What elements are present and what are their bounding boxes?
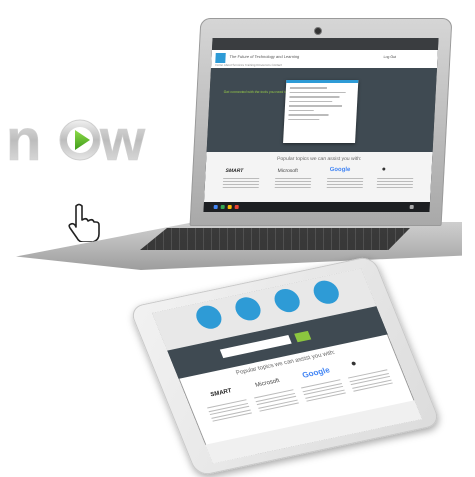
apple-icon[interactable]: ● bbox=[381, 166, 386, 173]
app-icon[interactable] bbox=[227, 205, 232, 209]
now-n-letter: n bbox=[6, 110, 41, 170]
chrome-icon[interactable] bbox=[213, 205, 218, 209]
os-taskbar bbox=[203, 202, 430, 212]
topic-circle-icon[interactable] bbox=[270, 286, 304, 315]
site-nav[interactable]: Home About Services Training Resources C… bbox=[215, 63, 282, 67]
popular-topics-title: Popular topics we can assist you with: bbox=[276, 156, 362, 162]
status-icon[interactable] bbox=[409, 205, 414, 209]
laptop-keyboard bbox=[140, 228, 410, 250]
login-link[interactable]: Log Out bbox=[383, 55, 396, 59]
popular-topics-section: Popular topics we can assist you with: S… bbox=[203, 152, 433, 202]
smart-brand[interactable]: SMART bbox=[225, 168, 243, 174]
tablet-google-brand[interactable]: Google bbox=[301, 366, 331, 380]
hand-cursor-icon bbox=[68, 203, 100, 242]
browser-toolbar bbox=[211, 38, 439, 50]
tablet-search-button[interactable] bbox=[294, 330, 312, 343]
hero-text: Get connected with the tools you need to… bbox=[223, 90, 293, 94]
now-logo: n w bbox=[6, 110, 146, 170]
hero-section: Get connected with the tools you need to… bbox=[206, 68, 437, 152]
tablet-microsoft-brand[interactable]: Microsoft bbox=[255, 378, 281, 389]
app-icon[interactable] bbox=[220, 205, 225, 209]
tablet-smart-brand[interactable]: SMART bbox=[210, 388, 233, 398]
topic-circle-icon[interactable] bbox=[231, 295, 265, 323]
microsoft-brand[interactable]: Microsoft bbox=[277, 168, 298, 174]
tablet-apple-icon[interactable]: ● bbox=[349, 358, 358, 369]
tablet-search-input[interactable] bbox=[219, 335, 292, 359]
site-logo-icon bbox=[215, 53, 226, 63]
laptop-screen: The Future of Technology and Learning Ho… bbox=[203, 38, 439, 212]
topic-circle-icon[interactable] bbox=[192, 303, 226, 331]
site-title: The Future of Technology and Learning bbox=[229, 54, 300, 59]
topic-circle-icon[interactable] bbox=[309, 278, 343, 307]
now-w-letter: w bbox=[99, 110, 146, 170]
webcam-icon bbox=[314, 27, 322, 35]
site-header: The Future of Technology and Learning Ho… bbox=[210, 50, 438, 68]
popup-dialog[interactable] bbox=[283, 80, 359, 143]
google-brand[interactable]: Google bbox=[329, 167, 350, 173]
app-icon[interactable] bbox=[234, 205, 239, 209]
